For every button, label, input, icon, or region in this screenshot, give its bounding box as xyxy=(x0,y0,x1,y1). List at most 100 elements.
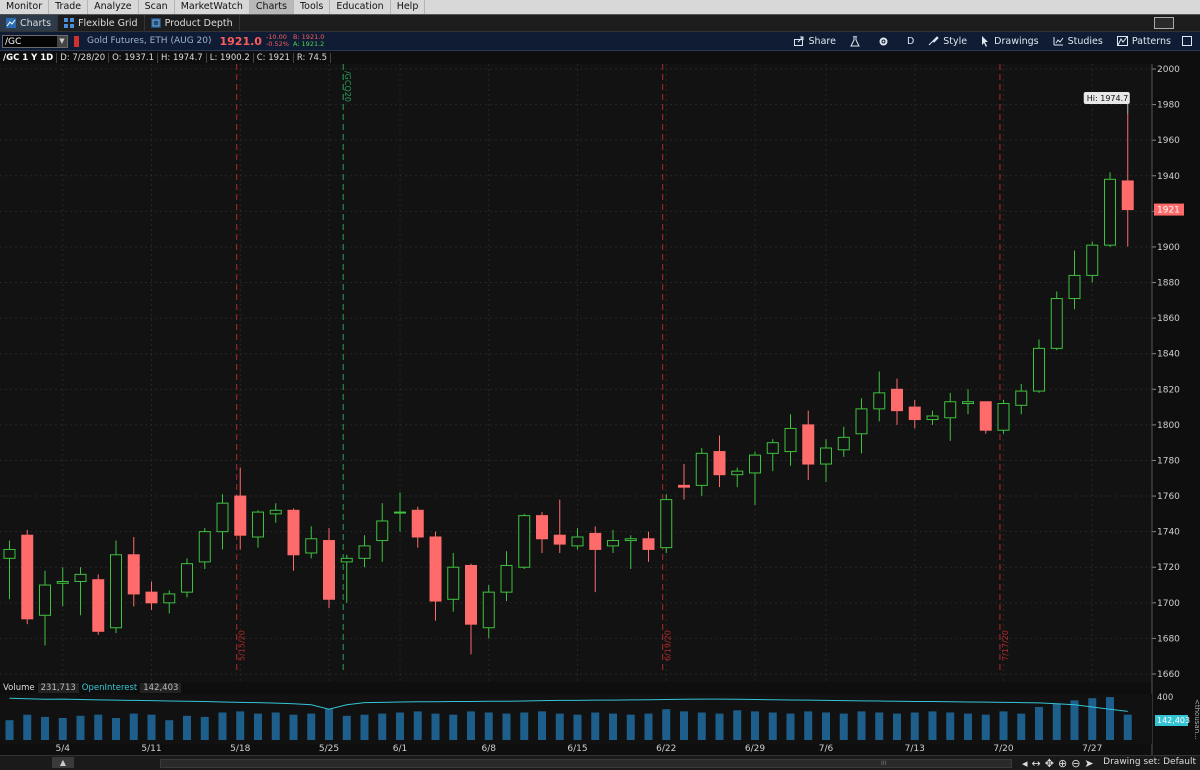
time-tick-label: 5/18 xyxy=(230,744,250,754)
time-tick-label: 7/6 xyxy=(819,744,834,754)
time-tick-label: 6/22 xyxy=(656,744,676,754)
symbol-input[interactable]: /GC ▼ xyxy=(2,34,68,48)
volume-bar xyxy=(1035,707,1043,740)
volume-bar xyxy=(76,715,85,740)
tab-flexible-grid[interactable]: Flexible Grid xyxy=(58,15,145,31)
volume-bar xyxy=(1106,697,1114,740)
studies-button[interactable]: Studies xyxy=(1046,32,1110,50)
price-plot-area xyxy=(0,64,1152,682)
drawings-button[interactable]: Drawings xyxy=(974,32,1045,50)
open-interest-label: OpenInterest xyxy=(81,683,138,693)
candle-body xyxy=(411,509,424,538)
candle-body xyxy=(518,515,531,568)
tab-charts[interactable]: Charts xyxy=(0,15,59,31)
volume-bar xyxy=(662,709,671,740)
gear-icon xyxy=(879,37,888,45)
pan-icon[interactable]: ✥ xyxy=(1045,757,1054,770)
pointer-icon[interactable]: ➤ xyxy=(1084,757,1093,770)
info-range: R: 74.5 xyxy=(294,52,332,63)
style-icon xyxy=(928,36,939,46)
volume-bar xyxy=(183,715,191,740)
symbol-period: /GC 1 Y 1D xyxy=(0,52,58,63)
candle-body xyxy=(216,502,229,533)
volume-bar xyxy=(360,714,369,740)
change-percent: -0.52% xyxy=(265,40,289,48)
volume-bar xyxy=(893,713,901,740)
open-interest-tag-label: 142,403 xyxy=(1157,716,1190,725)
volume-bar xyxy=(129,713,138,740)
share-button[interactable]: Share xyxy=(787,32,843,50)
price-tick-label: 1960 xyxy=(1157,136,1180,146)
price-tick-label: 1840 xyxy=(1157,350,1180,360)
volume-bar xyxy=(236,711,245,740)
menu-trade[interactable]: Trade xyxy=(49,0,89,14)
style-label: Style xyxy=(943,35,968,47)
price-tick-label: 1660 xyxy=(1157,670,1180,680)
cursor-icon xyxy=(982,35,989,47)
volume-bar xyxy=(325,709,333,740)
main-menu-bar: Monitor Trade Analyze Scan MarketWatch Charts… xyxy=(0,0,1200,15)
volume-bar xyxy=(94,714,103,740)
volume-bar xyxy=(875,712,884,740)
aggregation-button[interactable]: D xyxy=(900,32,921,50)
patterns-button[interactable]: Patterns xyxy=(1110,32,1178,50)
time-tick-label: 7/20 xyxy=(993,744,1013,754)
price-tick-label: 1800 xyxy=(1157,421,1180,431)
volume-bar xyxy=(981,714,990,740)
flask-button[interactable] xyxy=(843,32,871,50)
expand-button[interactable] xyxy=(1178,32,1200,50)
chart-bottom-bar: ▲ III ◂ ↔ ✥ ⊕ ⊖ ➤ Drawing set: Default xyxy=(0,755,1200,770)
chevron-down-icon[interactable]: ▼ xyxy=(57,35,67,47)
volume-bar xyxy=(910,712,919,740)
menu-charts[interactable]: Charts xyxy=(249,0,294,14)
zoom-out-icon[interactable]: ⊖ xyxy=(1071,757,1080,770)
candle-body xyxy=(394,511,406,514)
price-tick-label: 1700 xyxy=(1157,599,1180,609)
info-low: L: 1900.2 xyxy=(207,52,254,63)
volume-bar xyxy=(591,712,600,740)
candle-body xyxy=(234,495,247,536)
collapse-icon[interactable]: ▲ xyxy=(52,757,74,768)
settings-button[interactable] xyxy=(871,32,900,50)
volume-bar xyxy=(555,713,564,740)
volume-bar xyxy=(147,714,156,740)
volume-bar xyxy=(271,712,280,740)
tab-label: Charts xyxy=(20,17,52,29)
price-chart[interactable]: 1660 1680 1700 1720 1740 1760 1780 1800 1820 1840… xyxy=(0,51,1200,755)
volume-bar xyxy=(5,720,14,740)
zoom-in-icon[interactable]: ⊕ xyxy=(1058,757,1067,770)
scroll-grip[interactable]: III xyxy=(881,760,891,767)
flag-icon[interactable] xyxy=(74,35,79,47)
last-price-tag-label: 1921 xyxy=(1157,206,1180,216)
candle-body xyxy=(802,424,815,465)
menu-analyze[interactable]: Analyze xyxy=(88,0,139,14)
volume-bar xyxy=(964,713,972,740)
menu-marketwatch[interactable]: MarketWatch xyxy=(175,0,250,14)
candle-body xyxy=(607,540,619,547)
menu-help[interactable]: Help xyxy=(391,0,426,14)
event-line-label: /GCQ20 xyxy=(343,71,352,102)
arrow-left-icon[interactable]: ◂ xyxy=(1022,757,1028,770)
menu-education[interactable]: Education xyxy=(330,0,391,14)
candle-body xyxy=(340,557,353,563)
menu-scan[interactable]: Scan xyxy=(139,0,175,14)
candle-body xyxy=(376,520,389,542)
candle-body xyxy=(749,454,761,474)
window-restore-button[interactable] xyxy=(1154,17,1174,29)
candle-body xyxy=(1015,390,1028,406)
candle-body xyxy=(56,580,69,584)
volume-bar xyxy=(999,711,1008,740)
volume-bar xyxy=(289,714,298,740)
time-scrollbar[interactable]: III xyxy=(160,759,1012,768)
share-label: Share xyxy=(808,35,836,47)
aggregation-label: D xyxy=(906,35,915,47)
navigation-tools: ◂ ↔ ✥ ⊕ ⊖ ➤ xyxy=(1020,756,1096,770)
menu-monitor[interactable]: Monitor xyxy=(0,0,50,14)
candle-body xyxy=(962,401,974,405)
arrow-both-icon[interactable]: ↔ xyxy=(1032,757,1041,770)
menu-tools[interactable]: Tools xyxy=(294,0,331,14)
volume-bar xyxy=(822,712,830,740)
style-button[interactable]: Style xyxy=(921,32,974,50)
tab-product-depth[interactable]: Product Depth xyxy=(145,15,240,31)
tab-label: Product Depth xyxy=(164,17,233,29)
